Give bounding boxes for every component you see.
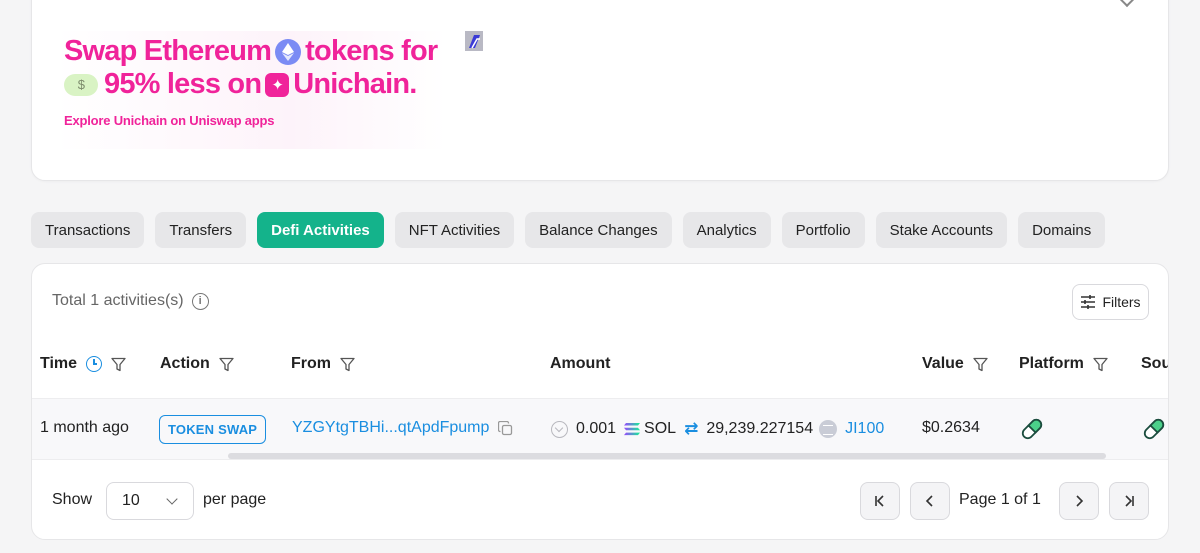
action-badge: TOKEN SWAP [159,415,267,444]
page-size-select[interactable]: 10 [106,482,194,520]
header-label: From [291,355,331,372]
ad-text: Swap Ethereum [64,35,272,67]
swap-arrows-icon: ⇄ [684,419,699,438]
tab-bar: Transactions Transfers Defi Activities N… [31,212,1106,248]
header-label: Amount [550,355,611,372]
page-info: Page 1 of 1 [959,491,1041,508]
cell-time: 1 month ago [40,419,129,436]
tab-analytics[interactable]: Analytics [682,212,771,248]
token-out-link[interactable]: JI100 [845,420,884,438]
unichain-icon: ✦ [265,72,290,97]
chevron-down-icon[interactable] [1119,0,1135,8]
filter-icon[interactable] [340,357,355,372]
tab-portfolio[interactable]: Portfolio [781,212,865,248]
info-icon[interactable]: i [191,292,209,310]
defi-activities-card: Total 1 activities(s) i Filters Time Act… [31,263,1169,540]
from-address-link[interactable]: YZGYtgTBHi...qtApdFpump [292,419,489,437]
cell-platform [1019,416,1045,442]
ad-text: Unichain. [293,68,417,100]
first-page-button[interactable] [860,482,900,520]
ad-headline-line1: Swap Ethereum tokens for [64,35,438,68]
filter-icon[interactable] [111,357,126,372]
cell-value: $0.2634 [922,419,980,436]
ethereum-icon [275,38,302,65]
cell-from: YZGYtgTBHi...qtApdFpump [292,419,513,437]
ad-banner[interactable]: Swap Ethereum tokens for $ 95% less on ✦… [56,31,446,149]
page-size-value: 10 [122,492,140,509]
cell-amount: 0.001 SOL ⇄ 29,239.227154 JI100 [551,419,884,439]
token-icon [819,420,838,438]
clock-icon[interactable] [86,356,103,372]
tab-nft-activities[interactable]: NFT Activities [394,212,515,248]
first-page-icon [875,495,884,507]
tab-stake-accounts[interactable]: Stake Accounts [875,212,1008,248]
amount-in: 0.001 [576,420,617,437]
adchoices-icon[interactable] [465,31,483,51]
divider [32,459,1168,460]
header-label: Platform [1019,355,1084,372]
column-header-action: Action [160,355,234,373]
token-in[interactable]: SOL [644,420,676,438]
column-header-from: From [291,355,355,373]
filters-button[interactable]: Filters [1072,284,1149,320]
header-label: Action [160,355,210,372]
platform-pill-icon[interactable] [1019,416,1045,442]
ad-text: tokens for [305,35,438,67]
per-page-label: per page [203,491,267,508]
tab-transactions[interactable]: Transactions [31,212,145,248]
column-header-time: Time [40,355,126,373]
source-pill-icon[interactable] [1141,416,1167,442]
filter-icon[interactable] [973,357,988,372]
tab-transfers[interactable]: Transfers [155,212,247,248]
show-label: Show [52,491,93,508]
cell-source [1141,416,1167,442]
column-header-source: Sou [1141,355,1169,373]
ad-text: 95% less on [104,68,262,100]
chevron-right-icon [1076,495,1084,507]
tab-balance-changes[interactable]: Balance Changes [525,212,672,248]
header-label: Time [40,355,78,372]
prev-page-button[interactable] [910,482,950,520]
ad-headline-line2: $ 95% less on ✦ Unichain. [64,68,417,101]
filter-icon[interactable] [219,357,234,372]
amount-out: 29,239.227154 [706,420,814,437]
ad-card: Swap Ethereum tokens for $ 95% less on ✦… [31,0,1169,181]
chevron-left-icon [925,495,933,507]
header-label: Sou [1141,355,1169,372]
filters-label: Filters [1102,294,1141,310]
solana-icon [624,423,641,436]
next-page-button[interactable] [1059,482,1099,520]
column-header-value: Value [922,355,988,373]
sliders-icon [1081,295,1096,309]
chevron-down-icon [166,493,178,505]
expand-icon[interactable] [551,420,568,438]
filter-icon[interactable] [1093,357,1108,372]
column-header-platform: Platform [1019,355,1108,373]
ad-cta[interactable]: Explore Unichain on Uniswap apps [64,113,275,128]
total-label: Total 1 activities(s) [52,292,184,309]
copy-icon[interactable] [498,420,513,436]
header-label: Value [922,355,964,372]
column-header-amount: Amount [550,355,610,373]
last-page-icon [1125,495,1134,507]
tab-domains[interactable]: Domains [1018,212,1106,248]
dollar-icon: $ [64,73,98,96]
total-activities: Total 1 activities(s) i [52,292,209,310]
tab-defi-activities[interactable]: Defi Activities [257,212,384,248]
last-page-button[interactable] [1109,482,1149,520]
